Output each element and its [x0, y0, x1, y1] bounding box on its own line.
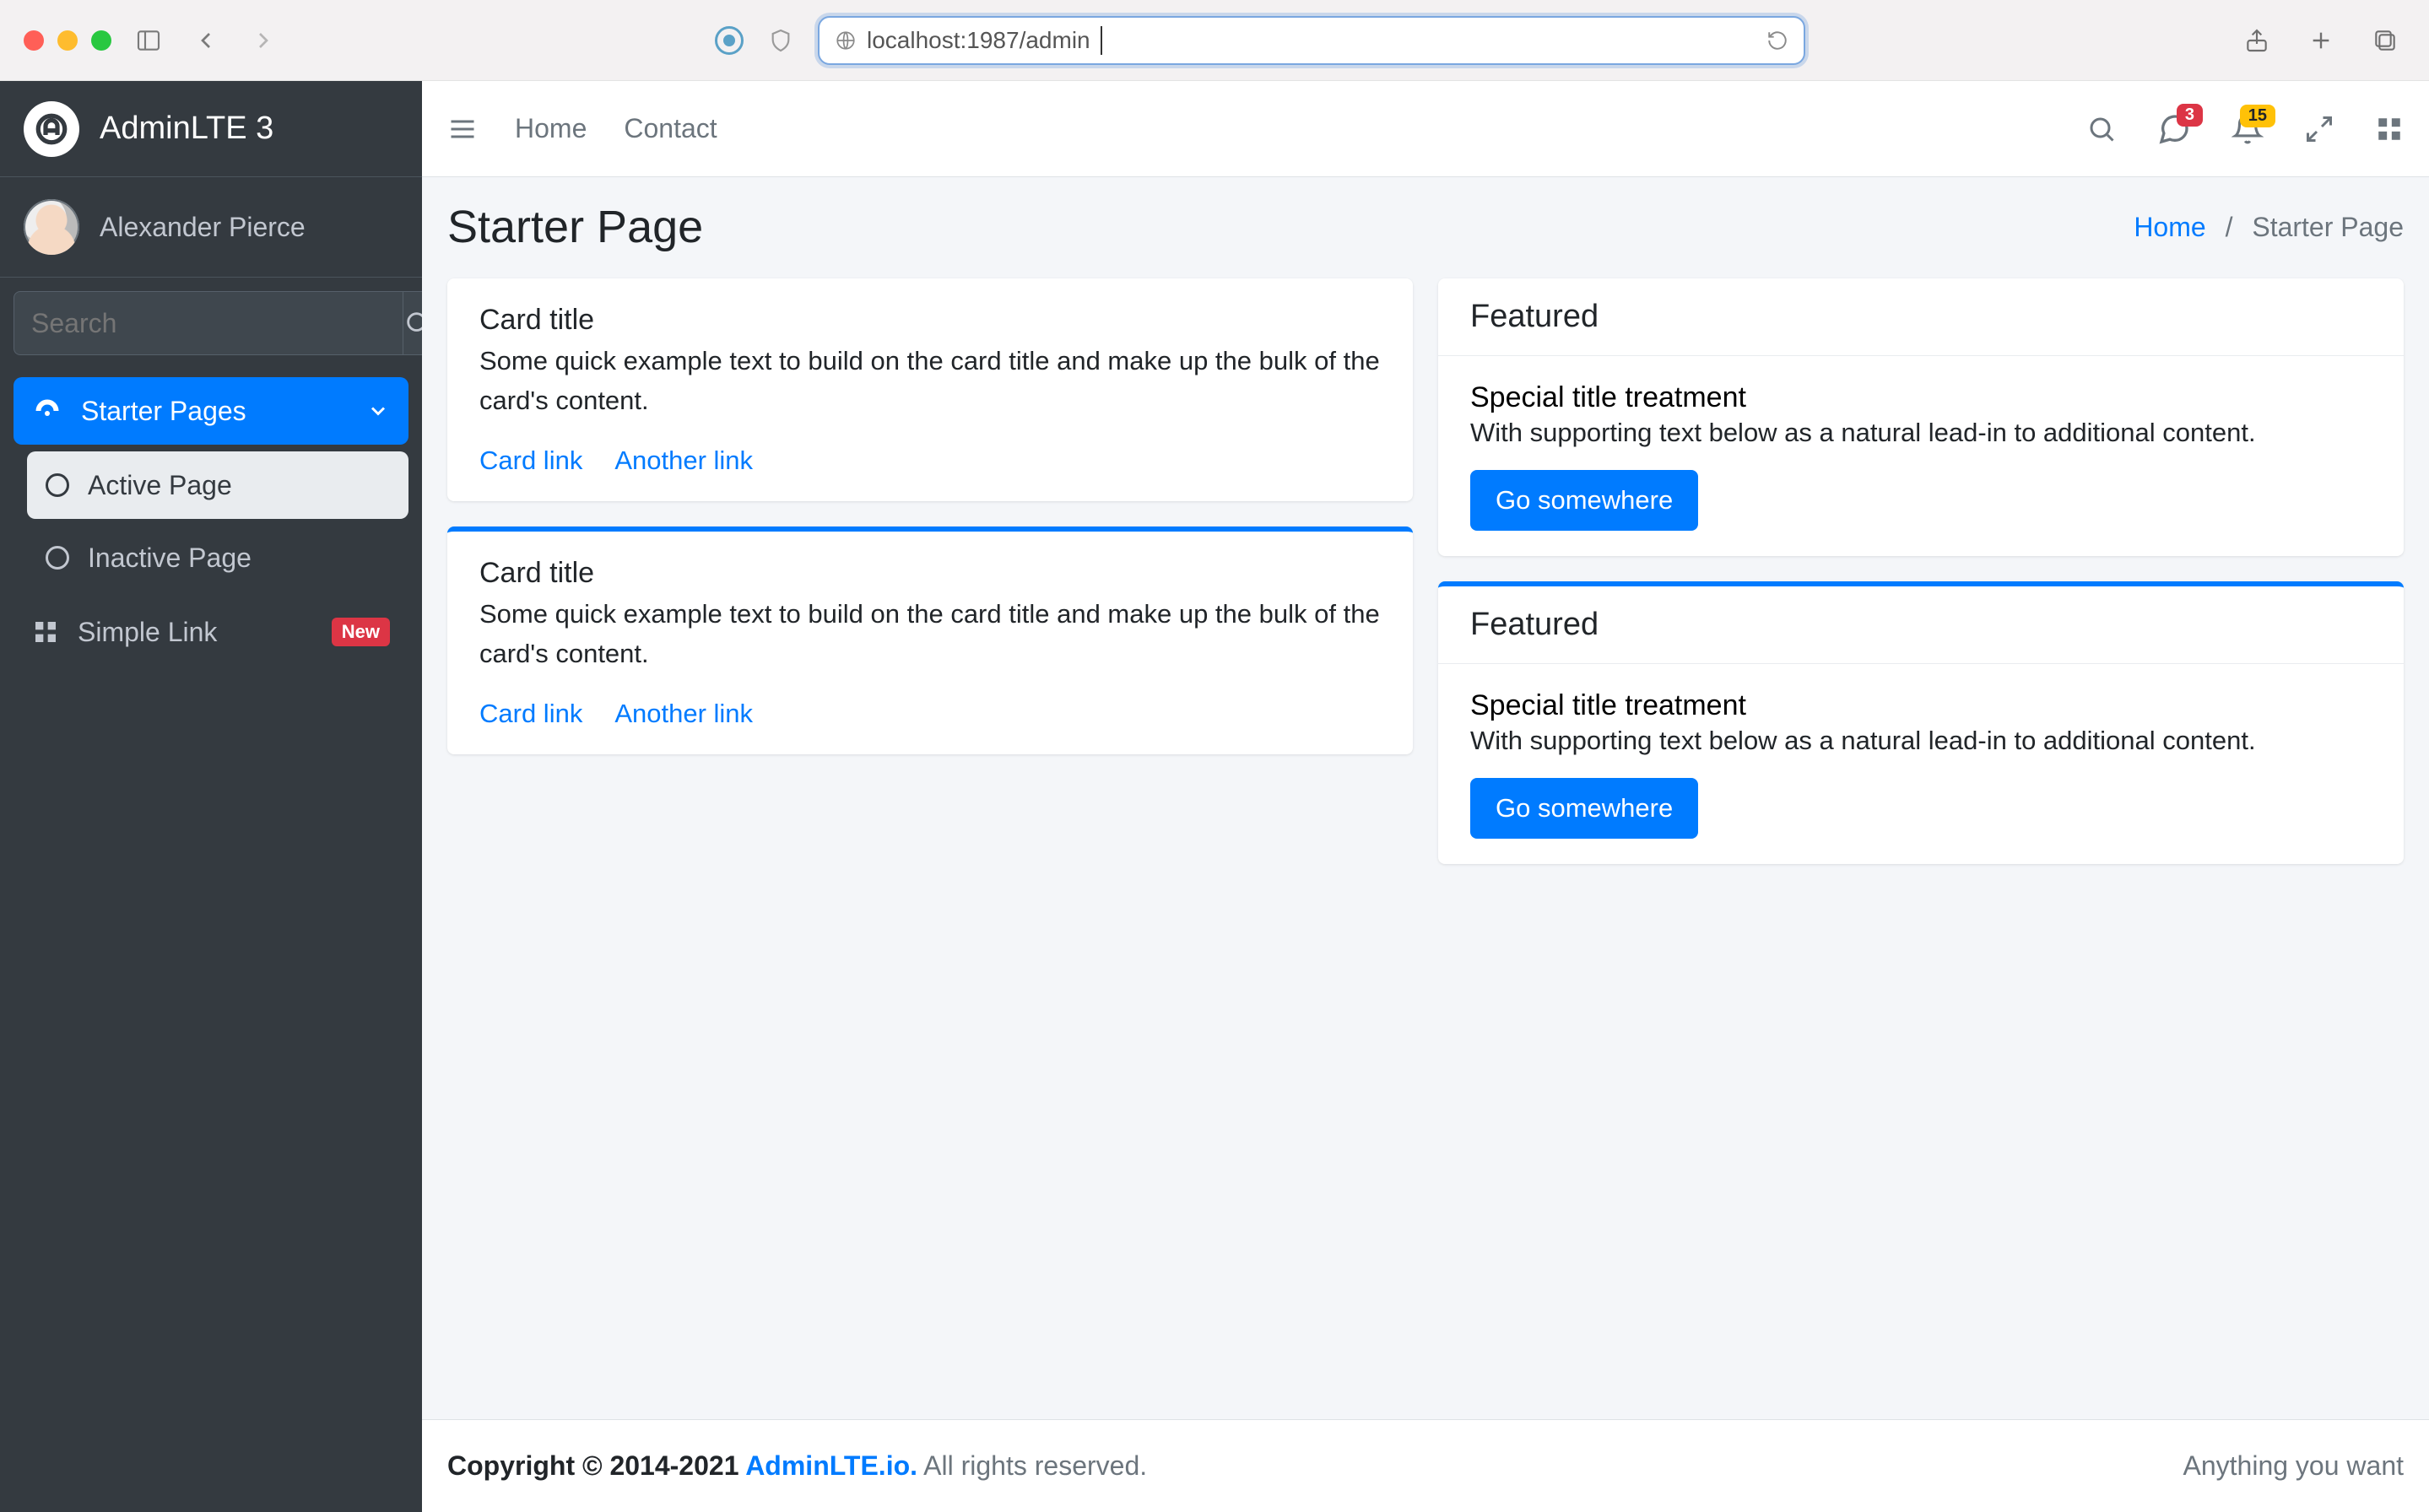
sidebar-nav: Starter Pages Active Page Inactive Page …: [0, 369, 422, 674]
card-text: Some quick example text to build on the …: [479, 595, 1381, 673]
card-basic-2-outline: Card title Some quick example text to bu…: [447, 526, 1413, 754]
chevron-down-icon: [366, 399, 390, 423]
footer-rights: All rights reserved.: [917, 1450, 1147, 1481]
window-controls: [24, 30, 111, 51]
card-featured-2-outline: Featured Special title treatment With su…: [1438, 581, 2404, 864]
topnav-search-icon[interactable]: [2086, 114, 2117, 144]
shield-icon[interactable]: [760, 20, 801, 61]
sidebar-toggle-icon[interactable]: [128, 20, 169, 61]
topnav-bell-icon[interactable]: 15: [2232, 113, 2264, 145]
nav-active-page-label: Active Page: [88, 470, 232, 501]
card-link-1[interactable]: Card link: [479, 699, 582, 729]
nav-starter-pages[interactable]: Starter Pages: [14, 377, 408, 445]
nav-simple-link[interactable]: Simple Link New: [14, 598, 408, 666]
card-link-1[interactable]: Card link: [479, 446, 582, 476]
card-header: Featured: [1438, 586, 2404, 664]
menu-toggle-icon[interactable]: [447, 114, 478, 144]
breadcrumb-home[interactable]: Home: [2134, 212, 2205, 242]
brand[interactable]: AdminLTE 3: [0, 81, 422, 177]
card-title: Card title: [479, 304, 1381, 337]
card-link-2[interactable]: Another link: [614, 699, 753, 729]
nav-forward-icon[interactable]: [243, 20, 284, 61]
address-bar[interactable]: localhost:1987/admin: [818, 16, 1805, 65]
brand-title: AdminLTE 3: [100, 111, 273, 147]
nav-active-page[interactable]: Active Page: [27, 451, 408, 519]
card-subtitle: Special title treatment: [1470, 689, 2372, 722]
search-input[interactable]: [14, 291, 403, 355]
main: Home Contact 3 15: [422, 81, 2429, 1512]
card-link-2[interactable]: Another link: [614, 446, 753, 476]
browser-chrome: localhost:1987/admin: [0, 0, 2429, 81]
window-zoom-dot[interactable]: [91, 30, 111, 51]
card-basic-1: Card title Some quick example text to bu…: [447, 278, 1413, 501]
topnav: Home Contact 3 15: [422, 81, 2429, 177]
bell-badge: 15: [2240, 105, 2275, 127]
card-support: With supporting text below as a natural …: [1470, 418, 2372, 448]
footer-copyright-prefix: Copyright © 2014-2021: [447, 1450, 745, 1481]
card-text: Some quick example text to build on the …: [479, 342, 1381, 420]
dashboard-icon: [32, 396, 62, 426]
sidebar-search: [0, 278, 422, 369]
footer: Copyright © 2014-2021 AdminLTE.io. All r…: [422, 1419, 2429, 1512]
card-header: Featured: [1438, 278, 2404, 356]
text-cursor: [1101, 26, 1102, 55]
left-column: Card title Some quick example text to bu…: [447, 278, 1413, 864]
breadcrumb: Home / Starter Page: [2134, 212, 2404, 243]
card-featured-1: Featured Special title treatment With su…: [1438, 278, 2404, 556]
sidebar: AdminLTE 3 Alexander Pierce Starter Page…: [0, 81, 422, 1512]
card-title: Card title: [479, 557, 1381, 590]
go-somewhere-button[interactable]: Go somewhere: [1470, 470, 1698, 531]
nav-starter-pages-label: Starter Pages: [81, 396, 246, 427]
privacy-indicator-icon[interactable]: [715, 26, 744, 55]
topnav-chat-icon[interactable]: 3: [2157, 112, 2191, 146]
breadcrumb-current: Starter Page: [2252, 212, 2404, 242]
nav-inactive-page-label: Inactive Page: [88, 543, 252, 574]
grid-icon: [32, 618, 59, 645]
topnav-grid-icon[interactable]: [2375, 115, 2404, 143]
topnav-contact[interactable]: Contact: [624, 113, 717, 144]
avatar: [24, 199, 79, 255]
user-panel[interactable]: Alexander Pierce: [0, 177, 422, 278]
brand-logo-icon: [24, 101, 79, 157]
card-support: With supporting text below as a natural …: [1470, 726, 2372, 756]
nav-inactive-page[interactable]: Inactive Page: [27, 524, 408, 591]
circle-icon: [46, 546, 69, 570]
content-header: Starter Page Home / Starter Page: [422, 177, 2429, 268]
share-icon[interactable]: [2237, 20, 2277, 61]
nav-simple-link-label: Simple Link: [78, 617, 217, 648]
card-subtitle: Special title treatment: [1470, 381, 2372, 414]
topnav-expand-icon[interactable]: [2304, 114, 2334, 144]
new-badge: New: [332, 618, 390, 646]
chat-badge: 3: [2177, 104, 2203, 127]
breadcrumb-sep: /: [2226, 212, 2233, 242]
window-close-dot[interactable]: [24, 30, 44, 51]
go-somewhere-button[interactable]: Go somewhere: [1470, 778, 1698, 839]
window-minimize-dot[interactable]: [57, 30, 78, 51]
content: Card title Some quick example text to bu…: [422, 268, 2429, 874]
page-title: Starter Page: [447, 201, 703, 253]
nav-back-icon[interactable]: [186, 20, 226, 61]
user-name: Alexander Pierce: [100, 212, 306, 243]
right-column: Featured Special title treatment With su…: [1438, 278, 2404, 864]
new-tab-icon[interactable]: [2301, 20, 2341, 61]
reload-icon[interactable]: [1766, 30, 1788, 51]
tabs-icon[interactable]: [2365, 20, 2405, 61]
circle-icon: [46, 473, 69, 497]
globe-icon: [835, 30, 857, 51]
footer-right: Anything you want: [2183, 1450, 2405, 1482]
topnav-home[interactable]: Home: [515, 113, 587, 144]
address-url: localhost:1987/admin: [867, 27, 1090, 54]
footer-brand-link[interactable]: AdminLTE.io.: [745, 1450, 917, 1481]
